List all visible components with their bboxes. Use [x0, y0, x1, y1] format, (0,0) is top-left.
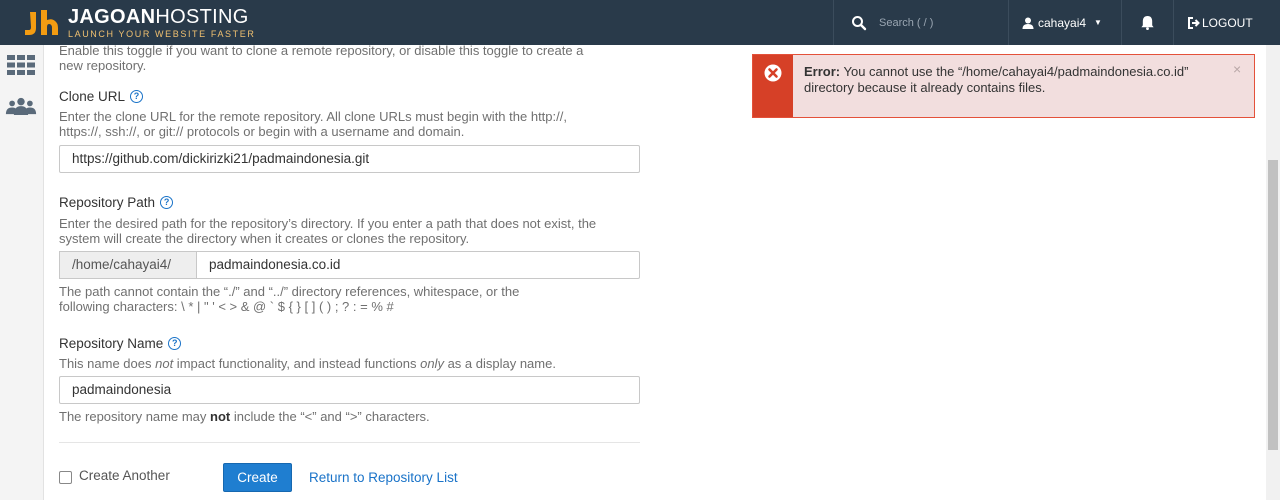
clone-url-label: Clone URL ? — [59, 89, 144, 104]
logo[interactable]: JAGOANHOSTING LAUNCH YOUR WEBSITE FASTER — [22, 5, 256, 39]
help-icon[interactable]: ? — [160, 196, 174, 209]
alert-message: Error: You cannot use the “/home/cahayai… — [804, 64, 1189, 95]
create-button[interactable]: Create — [223, 463, 292, 492]
close-icon[interactable]: × — [1233, 61, 1241, 77]
repository-name-note: The repository name may not include the … — [59, 409, 430, 424]
notifications-button[interactable] — [1122, 0, 1172, 45]
top-header: JAGOANHOSTING LAUNCH YOUR WEBSITE FASTER… — [0, 0, 1280, 45]
scrollbar-thumb[interactable] — [1268, 160, 1278, 450]
search-box[interactable] — [835, 0, 1005, 45]
repository-path-label: Repository Path ? — [59, 195, 174, 210]
username: cahayai4 — [1038, 15, 1087, 30]
logout-label: LOGOUT — [1202, 15, 1253, 30]
logout-button[interactable]: LOGOUT — [1174, 0, 1280, 45]
help-icon[interactable]: ? — [168, 337, 182, 350]
logout-icon — [1188, 16, 1200, 29]
repository-name-input[interactable]: padmaindonesia — [59, 376, 640, 404]
users-icon — [5, 97, 37, 115]
help-icon[interactable]: ? — [130, 90, 144, 103]
header-divider — [833, 0, 834, 45]
repository-path-help: Enter the desired path for the repositor… — [59, 216, 597, 246]
clone-url-help: Enter the clone URL for the remote repos… — [59, 109, 567, 139]
divider — [59, 442, 640, 443]
logo-tagline: LAUNCH YOUR WEBSITE FASTER — [68, 28, 256, 39]
create-another-label: Create Another — [79, 468, 170, 483]
repository-path-input[interactable]: padmaindonesia.co.id — [196, 251, 640, 279]
bell-icon — [1140, 15, 1154, 30]
user-menu[interactable]: cahayai4 ▼ — [1010, 0, 1120, 45]
error-alert: Error: You cannot use the “/home/cahayai… — [752, 54, 1255, 118]
repository-name-label: Repository Name ? — [59, 336, 182, 351]
header-divider — [1008, 0, 1009, 45]
sidebar-item-users[interactable] — [5, 95, 37, 119]
user-icon — [1022, 17, 1034, 29]
logo-mark-icon — [25, 10, 58, 35]
search-icon — [852, 15, 867, 30]
repository-path-note: The path cannot contain the “./” and “..… — [59, 284, 520, 314]
create-another-checkbox[interactable] — [59, 471, 72, 484]
logo-title: JAGOANHOSTING — [68, 5, 249, 28]
alert-icon-box — [753, 55, 793, 117]
caret-down-icon: ▼ — [1094, 18, 1102, 27]
repository-name-help: This name does not impact functionality,… — [59, 356, 556, 371]
sidebar-item-apps[interactable] — [5, 53, 37, 77]
path-prefix-addon: /home/cahayai4/ — [59, 251, 197, 279]
error-circle-x-icon — [764, 64, 782, 82]
sidebar — [0, 45, 44, 500]
return-to-repository-list-link[interactable]: Return to Repository List — [309, 470, 458, 485]
toggle-help-text: Enable this toggle if you want to clone … — [59, 43, 584, 73]
search-input[interactable] — [879, 16, 999, 29]
grid-icon — [7, 55, 35, 75]
clone-url-input[interactable]: https://github.com/dickirizki21/padmaind… — [59, 145, 640, 173]
